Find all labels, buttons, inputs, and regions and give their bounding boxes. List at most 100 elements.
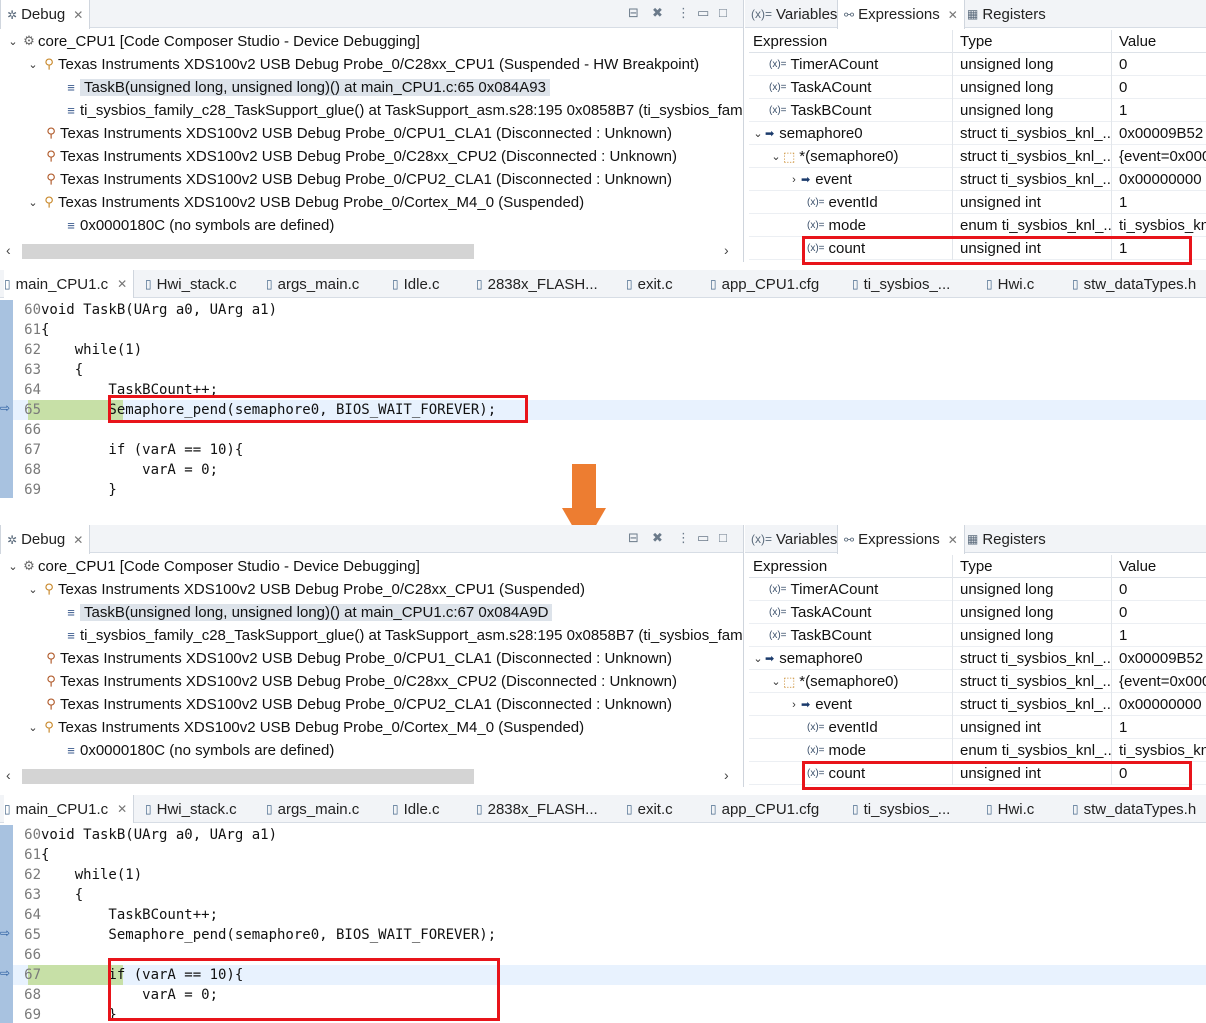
tab-args-main[interactable]: ▯ args_main.c [266, 270, 359, 298]
remove-terminated-icon[interactable]: ✖ [652, 530, 663, 546]
tree-item-frame-cortex[interactable]: ≡ 0x0000180C (no symbols are defined) [62, 739, 334, 761]
view-menu-icon[interactable]: ⋮ [677, 530, 690, 546]
tab-stw-datatypes[interactable]: ▯ stw_dataTypes.h [1072, 795, 1196, 823]
code-line[interactable]: 68 varA = 0; [13, 460, 1206, 480]
column-header-expression[interactable]: Expression [749, 30, 953, 53]
chevron-down-icon[interactable]: ⌄ [26, 196, 40, 209]
column-header-expression[interactable]: Expression [749, 555, 953, 578]
scrollbar-thumb[interactable] [22, 769, 474, 784]
chevron-right-icon[interactable]: › [787, 699, 801, 711]
tab-hwi-stack[interactable]: ▯ Hwi_stack.c [145, 270, 237, 298]
code-line[interactable]: 64 TaskBCount++; [13, 905, 1206, 925]
chevron-down-icon[interactable]: ⌄ [26, 721, 40, 734]
table-row[interactable]: (x)= TimerACount unsigned long 0 [749, 578, 1206, 601]
tab-main-cpu1[interactable]: ▯ main_CPU1.c ✕ [4, 795, 135, 823]
expr-value[interactable]: {event=0x000 [1113, 145, 1206, 168]
chevron-down-icon[interactable]: ⌄ [6, 560, 20, 573]
tab-hwi-stack[interactable]: ▯ Hwi_stack.c [145, 795, 237, 823]
tree-item-session[interactable]: ⌄ ⚙ core_CPU1 [Code Composer Studio - Devi… [6, 30, 419, 52]
tab-variables[interactable]: (x)= Variables [745, 0, 843, 28]
table-row[interactable]: ⌄ ➡ semaphore0 struct ti_sysbios_knl_... 0x0… [749, 122, 1206, 145]
expr-value[interactable]: 0x00000000 [1113, 168, 1206, 191]
expr-value[interactable]: 0 [1113, 53, 1206, 76]
horizontal-scrollbar[interactable]: ‹ › [0, 240, 743, 262]
tab-ti-sysbios[interactable]: ▯ ti_sysbios_... [852, 795, 950, 823]
code-line[interactable]: 66 [13, 420, 1206, 440]
tab-idle[interactable]: ▯ Idle.c [392, 795, 439, 823]
tab-stw-datatypes[interactable]: ▯ stw_dataTypes.h [1072, 270, 1196, 298]
expr-value[interactable]: 1 [1113, 716, 1206, 739]
expr-value[interactable]: {event=0x000 [1113, 670, 1206, 693]
minimize-icon[interactable]: ▭ [697, 530, 709, 546]
table-row[interactable]: (x)= mode enum ti_sysbios_knl_... ti_sysbio… [749, 214, 1206, 237]
tab-flash[interactable]: ▯ 2838x_FLASH... [476, 270, 598, 298]
table-row[interactable]: › ➡ event struct ti_sysbios_knl_... 0x000000… [749, 168, 1206, 191]
collapse-all-icon[interactable]: ⊟ [628, 530, 639, 546]
tree-item-cpu2-cla1[interactable]: ⚲ Texas Instruments XDS100v2 USB Debug Pr… [42, 168, 672, 190]
close-icon[interactable]: ✕ [117, 277, 127, 291]
scrollbar-thumb[interactable] [22, 244, 474, 259]
tree-item-cpu1[interactable]: ⌄ ⚲ Texas Instruments XDS100v2 USB Debug P… [26, 53, 699, 75]
code-line[interactable]: 62 while(1) [13, 865, 1206, 885]
code-line[interactable]: 61{ [13, 320, 1206, 340]
scroll-left-icon[interactable]: ‹ [6, 767, 11, 783]
maximize-icon[interactable]: □ [719, 5, 727, 20]
table-row[interactable]: ⌄ ➡ semaphore0 struct ti_sysbios_knl_... 0x0… [749, 647, 1206, 670]
view-menu-icon[interactable]: ⋮ [677, 5, 690, 21]
tab-registers[interactable]: ▦ Registers [961, 0, 1052, 28]
expr-value[interactable]: 0 [1113, 76, 1206, 99]
column-header-value[interactable]: Value [1113, 555, 1206, 578]
tab-app-cfg[interactable]: ▯ app_CPU1.cfg [710, 795, 819, 823]
tab-variables[interactable]: (x)= Variables [745, 525, 843, 553]
chevron-down-icon[interactable]: ⌄ [6, 35, 20, 48]
code-line[interactable]: 67 if (varA == 10){ [13, 440, 1206, 460]
table-row[interactable]: (x)= TaskBCount unsigned long 1 [749, 99, 1206, 122]
tab-idle[interactable]: ▯ Idle.c [392, 270, 439, 298]
expr-value[interactable]: 0x00000000 [1113, 693, 1206, 716]
scroll-right-icon[interactable]: › [724, 242, 729, 258]
code-line[interactable]: 65 Semaphore_pend(semaphore0, BIOS_WAIT_… [13, 925, 1206, 945]
close-icon[interactable]: ✕ [73, 533, 83, 547]
tab-expressions[interactable]: ⚯ Expressions ✕ [837, 525, 965, 554]
tree-item-cla1[interactable]: ⚲ Texas Instruments XDS100v2 USB Debug Pr… [42, 647, 672, 669]
tree-item-cpu2-cla1[interactable]: ⚲ Texas Instruments XDS100v2 USB Debug Pr… [42, 693, 672, 715]
table-row[interactable]: ⌄ ⬚ *(semaphore0) struct ti_sysbios_knl_...… [749, 145, 1206, 168]
chevron-down-icon[interactable]: ⌄ [26, 58, 40, 71]
code-line[interactable]: 61{ [13, 845, 1206, 865]
tree-item-frame-glue[interactable]: ≡ ti_sysbios_family_c28_TaskSupport_glue(… [62, 624, 743, 646]
tab-expressions[interactable]: ⚯ Expressions ✕ [837, 0, 965, 29]
scroll-right-icon[interactable]: › [724, 767, 729, 783]
table-row[interactable]: (x)= TimerACount unsigned long 0 [749, 53, 1206, 76]
tree-item-frame-cortex[interactable]: ≡ 0x0000180C (no symbols are defined) [62, 214, 334, 236]
horizontal-scrollbar[interactable]: ‹ › [0, 765, 743, 787]
expr-value[interactable]: 1 [1113, 624, 1206, 647]
close-icon[interactable]: ✕ [948, 533, 958, 547]
expr-value[interactable]: 1 [1113, 191, 1206, 214]
close-icon[interactable]: ✕ [948, 8, 958, 22]
tree-item-frame-taskb[interactable]: ≡ TaskB(unsigned long, unsigned long)() a… [62, 76, 550, 98]
tab-flash[interactable]: ▯ 2838x_FLASH... [476, 795, 598, 823]
table-row[interactable]: (x)= eventId unsigned int 1 [749, 191, 1206, 214]
tree-item-cla1[interactable]: ⚲ Texas Instruments XDS100v2 USB Debug Pr… [42, 122, 672, 144]
expr-value[interactable]: ti_sysbios_kn [1113, 739, 1206, 762]
expr-value[interactable]: 0x00009B52 [1113, 122, 1206, 145]
tab-hwi[interactable]: ▯ Hwi.c [986, 795, 1034, 823]
tree-item-cortex[interactable]: ⌄ ⚲ Texas Instruments XDS100v2 USB Debug P… [26, 716, 584, 738]
table-row[interactable]: › ➡ event struct ti_sysbios_knl_... 0x000000… [749, 693, 1206, 716]
scroll-left-icon[interactable]: ‹ [6, 242, 11, 258]
chevron-down-icon[interactable]: ⌄ [769, 675, 783, 688]
code-line[interactable]: 69 } [13, 480, 1206, 498]
code-line[interactable]: 60 void TaskB(UArg a0, UArg a1) [13, 825, 1206, 845]
column-header-type[interactable]: Type [954, 555, 1112, 578]
close-icon[interactable]: ✕ [117, 802, 127, 816]
expr-value[interactable]: 1 [1113, 99, 1206, 122]
tab-args-main[interactable]: ▯ args_main.c [266, 795, 359, 823]
column-header-value[interactable]: Value [1113, 30, 1206, 53]
code-line[interactable]: 63 { [13, 360, 1206, 380]
chevron-right-icon[interactable]: › [787, 174, 801, 186]
tree-item-cpu2[interactable]: ⚲ Texas Instruments XDS100v2 USB Debug Pr… [42, 145, 677, 167]
table-row[interactable]: (x)= mode enum ti_sysbios_knl_... ti_sysbio… [749, 739, 1206, 762]
expr-value[interactable]: 0 [1113, 601, 1206, 624]
table-row[interactable]: ⌄ ⬚ *(semaphore0) struct ti_sysbios_knl_...… [749, 670, 1206, 693]
tree-item-session[interactable]: ⌄ ⚙ core_CPU1 [Code Composer Studio - Devi… [6, 555, 419, 577]
